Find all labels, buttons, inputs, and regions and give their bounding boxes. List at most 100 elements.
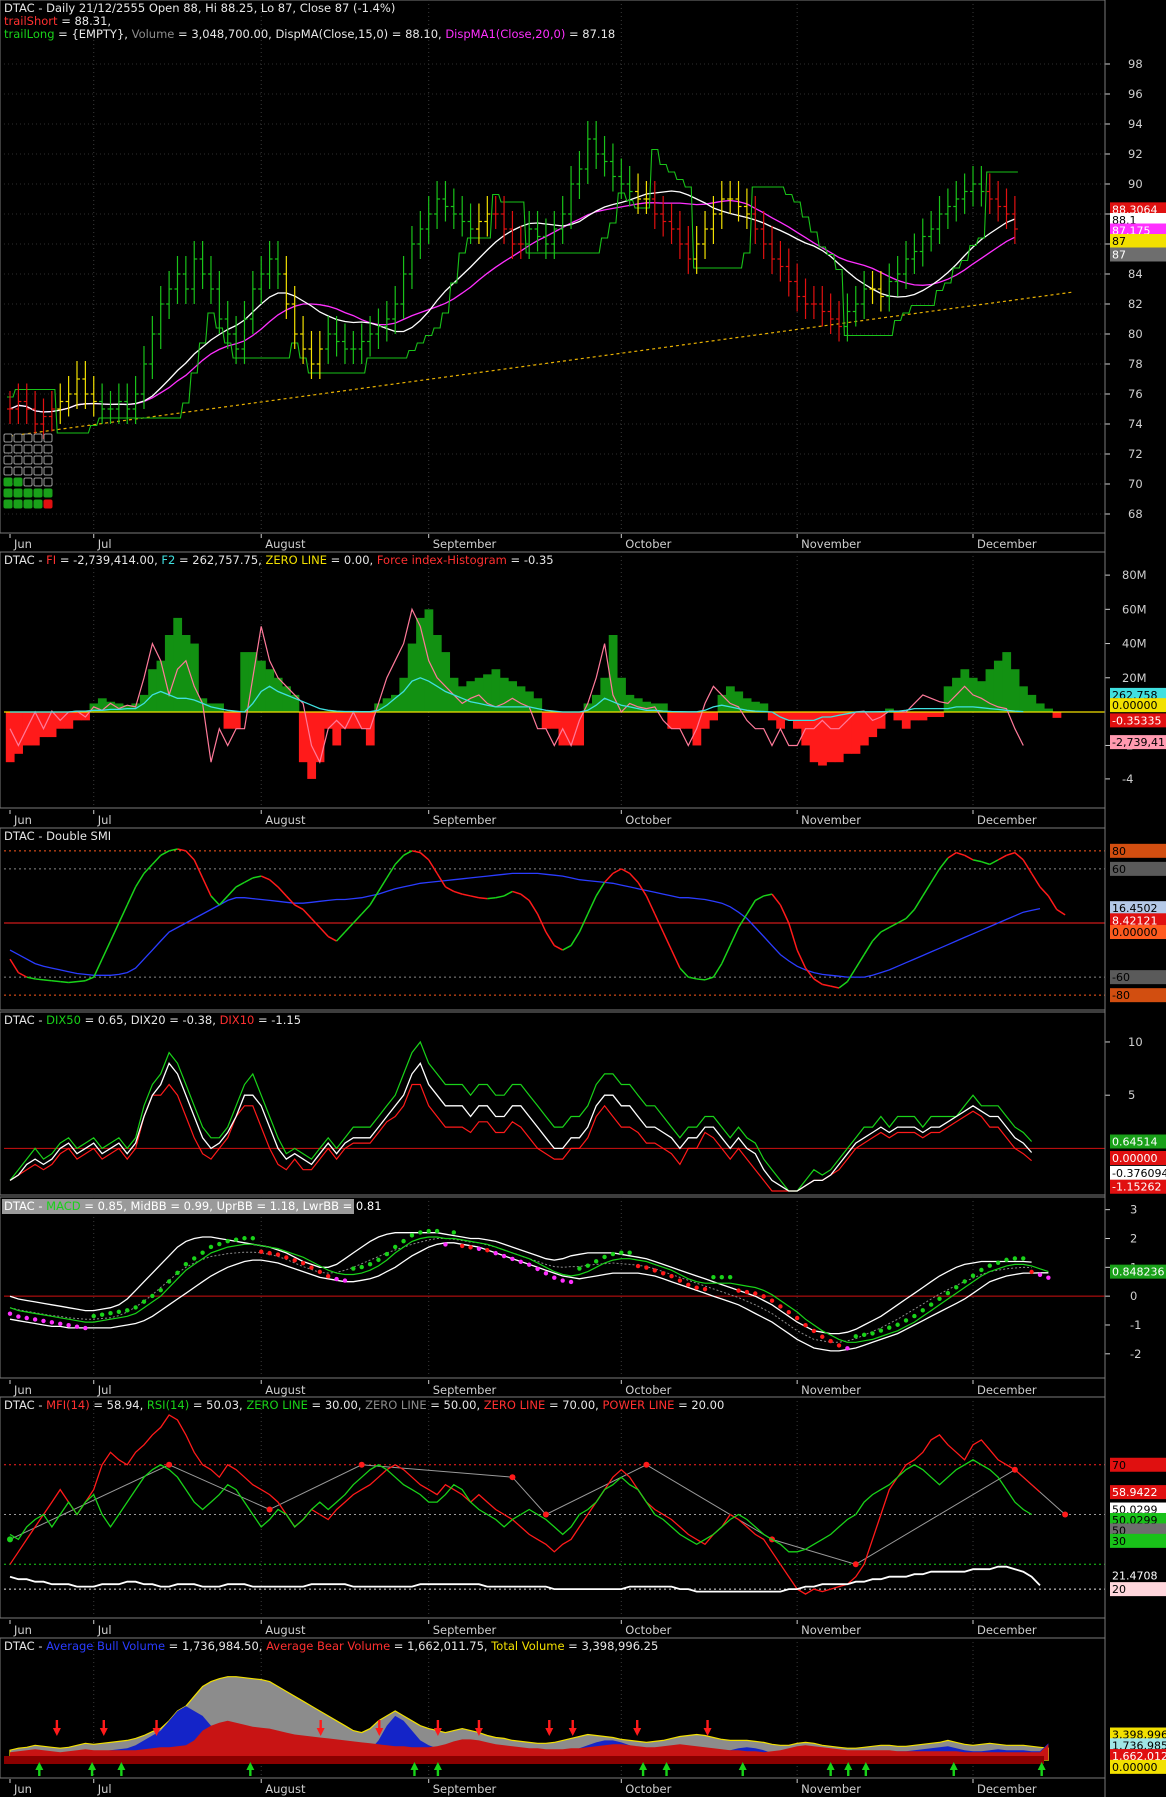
macd-dot-66	[560, 1278, 565, 1283]
macd-dot-110	[928, 1302, 934, 1307]
force-hist-bar-42	[357, 712, 367, 729]
macd-dot-28	[242, 1236, 247, 1241]
price-header-line1-part-0: DTAC - Daily 21/12/2555 Open 88, Hi 88.2…	[4, 1, 395, 15]
force-price-label-text-3: -2,739,41	[1112, 736, 1165, 749]
macd-dot-74	[627, 1250, 632, 1255]
force-hist-bar-100	[843, 712, 852, 754]
dix-y-tick-label-1: 5	[1128, 1088, 1135, 1102]
macd-dot-46	[393, 1244, 398, 1250]
price-signal-cell-2-1	[13, 455, 23, 465]
force-hist-bar-21	[181, 635, 191, 712]
macd-y-tick-label-5: -2	[1130, 1347, 1141, 1361]
macd-dot-101	[853, 1334, 858, 1339]
force-price-label-2: -0.35335	[1110, 713, 1166, 728]
macd-dot-84	[711, 1274, 716, 1280]
price-signal-cell-6-1	[13, 499, 23, 509]
price-signal-cell-4-4	[43, 477, 53, 487]
macd-dot-90	[761, 1294, 766, 1299]
macd-dot-45	[384, 1251, 390, 1257]
price-x-tick-label-6: December	[977, 537, 1037, 551]
macd-dot-32	[275, 1252, 281, 1257]
macd-dot-37	[317, 1269, 323, 1275]
price-y-tick-label-7: 82	[1128, 297, 1143, 311]
smi-price-label-4: 0.00000	[1110, 925, 1166, 940]
mfi-header-part-9: ZERO LINE	[484, 1398, 546, 1412]
mfi-header-part-3: RSI(14)	[147, 1398, 189, 1412]
price-signal-cell-3-3	[33, 466, 43, 476]
force-hist-bar-123	[1035, 703, 1045, 712]
macd-dot-79	[669, 1274, 674, 1279]
price-signal-cell-2-0	[3, 455, 13, 465]
volume-header-part-2: = 1,736,984.50,	[165, 1639, 266, 1653]
macd-y-tick-label-3: 0	[1130, 1289, 1137, 1303]
smi-seg-57	[478, 896, 488, 900]
price-x-tick-label-5: November	[801, 537, 861, 551]
macd-dot-85	[719, 1274, 724, 1280]
force-hist-bar-49	[416, 617, 425, 712]
macd-price-label-text-0: 0.848236	[1112, 1266, 1165, 1279]
mfi-price-label-text-7: 20	[1112, 1583, 1126, 1596]
price-header-line1: DTAC - Daily 21/12/2555 Open 88, Hi 88.2…	[4, 1, 395, 15]
macd-x-tick-label-0: Jun	[13, 1383, 32, 1397]
dix-price-label-text-1: 0.00000	[1112, 1152, 1158, 1165]
mfi-header: DTAC - MFI(14) = 58.94, RSI(14) = 50.03,…	[4, 1398, 724, 1412]
force-hist-bar-107	[901, 712, 911, 729]
force-hist-bar-81	[684, 712, 693, 729]
macd-dot-117	[987, 1263, 992, 1268]
smi-price-label-5: -60	[1110, 970, 1166, 985]
volume-header-part-5: Total Volume	[490, 1639, 564, 1653]
force-header-part-0: DTAC -	[4, 553, 46, 567]
macd-dot-64	[543, 1271, 549, 1276]
force-hist-bar-84	[709, 712, 719, 721]
macd-dot-62	[526, 1262, 532, 1267]
macd-dot-98	[828, 1338, 833, 1344]
force-hist-bar-19	[164, 635, 174, 712]
force-hist-bar-71	[600, 677, 610, 712]
price-header-line2-part-0: trailShort	[4, 14, 58, 28]
price-signal-cell-1-3	[33, 444, 43, 454]
macd-dot-61	[518, 1259, 524, 1264]
force-hist-bar-30	[257, 660, 266, 712]
macd-dot-86	[727, 1274, 733, 1280]
force-y-tick-label-3: 20M	[1122, 671, 1147, 685]
price-price-label-4: 87	[1110, 247, 1166, 262]
force-hist-bar-32	[273, 677, 283, 712]
force-hist-bar-83	[700, 712, 710, 729]
macd-dot-40	[342, 1278, 348, 1283]
macd-dot-20	[175, 1270, 180, 1276]
macd-dot-94	[794, 1315, 800, 1321]
volume-x-tick-label-1: Jul	[97, 1782, 112, 1796]
macd-dot-82	[694, 1285, 699, 1290]
smi-price-label-0: 80	[1110, 843, 1166, 858]
price-signal-cell-5-4	[43, 488, 53, 498]
dix-price-label-text-3: -1.15262	[1112, 1181, 1161, 1194]
force-hist-bar-31	[265, 669, 275, 712]
force-y-tick-label-0: 80M	[1122, 568, 1147, 582]
volume-header-part-3: Average Bear Volume	[266, 1639, 390, 1653]
macd-dot-18	[158, 1287, 163, 1293]
macd-dot-48	[409, 1233, 415, 1238]
macd-dot-43	[367, 1262, 373, 1267]
mfi-header-part-10: = 70.00,	[545, 1398, 602, 1412]
smi-seg-6	[51, 979, 61, 983]
price-x-tick-label-4: October	[625, 537, 671, 551]
price-y-tick-label-15: 98	[1128, 57, 1143, 71]
force-hist-bar-37	[315, 712, 325, 763]
force-hist-bar-65	[550, 712, 559, 729]
macd-x-tick-label-2: August	[265, 1383, 306, 1397]
macd-dot-65	[552, 1275, 557, 1280]
mfi-header-part-7: ZERO LINE	[365, 1398, 427, 1412]
price-y-tick-label-13: 94	[1128, 117, 1143, 131]
macd-dot-78	[660, 1271, 666, 1276]
force-hist-bar-118	[993, 660, 1003, 712]
macd-dot-100	[845, 1346, 850, 1351]
macd-dot-122	[1029, 1269, 1034, 1275]
price-y-tick-label-11: 90	[1128, 177, 1143, 191]
macd-dot-47	[401, 1238, 406, 1244]
macd-dot-73	[619, 1250, 624, 1255]
volume-x-tick-label-2: August	[265, 1782, 306, 1796]
smi-price-label-text-6: -80	[1112, 989, 1130, 1002]
mfi-price-label-6: 21.4708	[1110, 1568, 1166, 1583]
force-hist-bar-80	[675, 712, 685, 729]
price-signal-cell-3-0	[3, 466, 13, 476]
